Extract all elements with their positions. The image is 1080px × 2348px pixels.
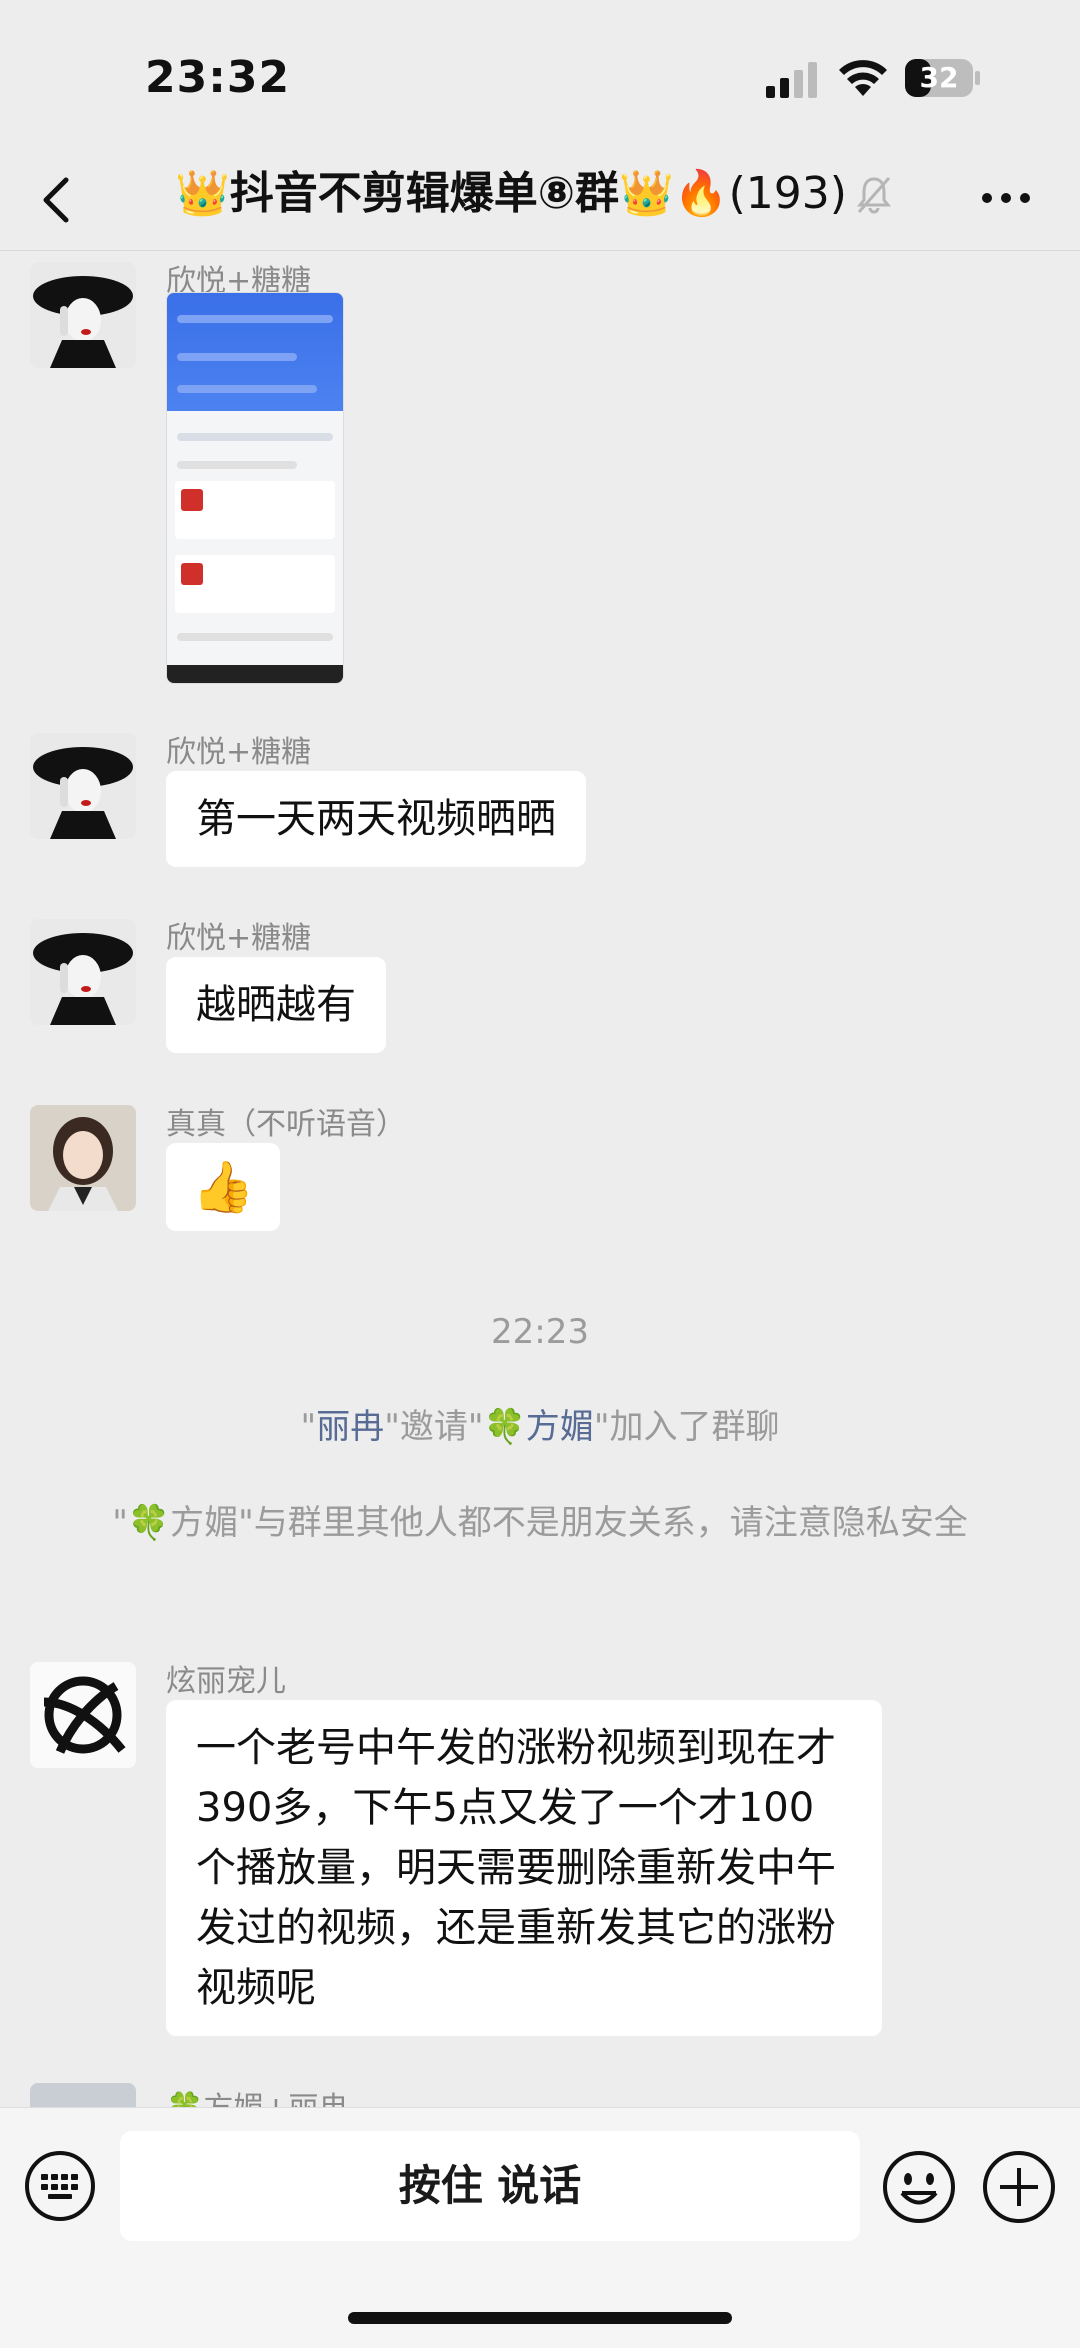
avatar[interactable] (30, 733, 136, 839)
time-divider: 22:23 (491, 1312, 589, 1352)
plus-icon[interactable] (982, 2150, 1056, 2224)
sender-name: 🍀方媚+丽冉 (166, 2083, 349, 2107)
system-invite-notice: "丽冉"邀请"🍀方媚"加入了群聊 (300, 1407, 780, 1447)
more-icon[interactable] (980, 190, 1032, 206)
emoji-icon[interactable] (882, 2150, 956, 2224)
battery-level: 32 (919, 61, 959, 94)
hold-to-talk-button[interactable]: 按住 说话 (120, 2131, 860, 2241)
cellular-signal-icon (766, 62, 817, 98)
chat-title[interactable]: 👑抖音不剪辑爆单⑧群👑🔥 (193) (175, 164, 935, 224)
invitee-name[interactable]: 🍀方媚 (483, 1407, 593, 1447)
home-indicator[interactable] (348, 2312, 732, 2324)
status-time: 23:32 (145, 52, 291, 103)
sender-name: 真真（不听语音） (166, 1107, 406, 1142)
member-count: (193) (728, 168, 847, 219)
sender-name: 欣悦+糖糖 (166, 735, 312, 770)
keyboard-icon[interactable] (24, 2150, 96, 2222)
message-partial: 🍀方媚+丽冉 (30, 2083, 1050, 2107)
avatar[interactable] (30, 262, 136, 368)
message-bubble[interactable]: 👍 (166, 1143, 281, 1231)
avatar[interactable] (30, 919, 136, 1025)
sender-name: 炫丽宠儿 (166, 1664, 286, 1699)
group-name: 👑抖音不剪辑爆单⑧群👑🔥 (175, 168, 729, 219)
inviter-name[interactable]: 丽冉 (316, 1407, 384, 1447)
wifi-icon (839, 60, 887, 96)
message-bubble[interactable]: 第一天两天视频晒晒 (166, 771, 586, 867)
screenshot-thumbnail[interactable] (166, 292, 344, 684)
message-bubble[interactable]: 越晒越有 (166, 957, 386, 1053)
sender-name: 欣悦+糖糖 (166, 921, 312, 956)
mute-bell-icon (856, 177, 892, 214)
status-bar: 23:32 32 (0, 0, 1080, 150)
avatar[interactable] (30, 1105, 136, 1211)
system-privacy-notice: "🍀方媚"与群里其他人都不是朋友关系，请注意隐私安全 (112, 1503, 968, 1543)
chat-header: 👑抖音不剪辑爆单⑧群👑🔥 (193) (0, 150, 1080, 251)
avatar[interactable] (30, 2083, 136, 2107)
back-icon[interactable] (32, 170, 82, 230)
battery-icon: 32 (904, 58, 982, 98)
avatar[interactable] (30, 1662, 136, 1768)
message-bubble[interactable]: 一个老号中午发的涨粉视频到现在才390多，下午5点又发了一个才100个播放量，明… (166, 1700, 882, 2036)
